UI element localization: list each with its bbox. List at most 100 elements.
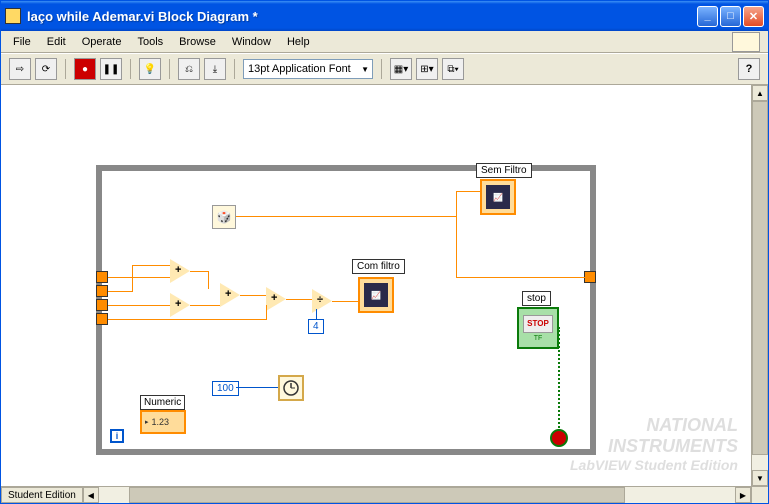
wire-boolean[interactable] (558, 327, 560, 431)
scroll-thumb[interactable] (129, 487, 625, 503)
wire[interactable] (108, 305, 170, 306)
stop-tf-label: TF (534, 335, 543, 342)
wire[interactable] (286, 299, 312, 300)
menu-window[interactable]: Window (224, 33, 279, 51)
wire[interactable] (132, 265, 170, 266)
pause-button[interactable]: ❚❚ (100, 58, 122, 80)
scroll-up-button[interactable]: ▲ (752, 85, 768, 101)
abort-button[interactable]: ● (74, 58, 96, 80)
align-button[interactable]: ▦▾ (390, 58, 412, 80)
iteration-terminal: i (110, 429, 124, 443)
shift-register-left[interactable] (96, 271, 108, 283)
scroll-track[interactable] (99, 487, 735, 503)
sem-filtro-indicator[interactable]: 📈 (480, 179, 516, 215)
numeric-body: ▸ 1.23 (140, 410, 186, 434)
horizontal-scrollbar: Student Edition ◀ ▶ (1, 486, 768, 503)
shift-register-left[interactable] (96, 299, 108, 311)
sem-filtro-label: Sem Filtro (476, 163, 532, 178)
wire[interactable] (208, 319, 266, 320)
font-select[interactable]: 13pt Application Font (243, 59, 373, 79)
numeric-label: Numeric (140, 395, 185, 410)
wire[interactable] (108, 277, 170, 278)
add-node[interactable]: + (220, 283, 240, 307)
shift-register-left[interactable] (96, 285, 108, 297)
while-loop[interactable]: 🎲 Sem Filtro 📈 + + + (96, 165, 596, 455)
window-buttons: _ □ ✕ (697, 6, 764, 27)
menu-tools[interactable]: Tools (129, 33, 171, 51)
numeric-constant-100[interactable]: 100 (212, 381, 239, 396)
scroll-down-button[interactable]: ▼ (752, 470, 768, 486)
wire[interactable] (190, 305, 220, 306)
wire[interactable] (456, 191, 482, 192)
graph-icon: 📈 (364, 283, 388, 307)
shift-register-left[interactable] (96, 313, 108, 325)
wait-ms-node[interactable] (278, 375, 304, 401)
wire[interactable] (456, 216, 457, 278)
app-icon (5, 8, 21, 24)
numeric-constant-4[interactable]: 4 (308, 319, 324, 334)
reorder-button[interactable]: ⧉▾ (442, 58, 464, 80)
retain-wire-button[interactable]: ⎌ (178, 58, 200, 80)
wire[interactable] (108, 319, 208, 320)
minimize-button[interactable]: _ (697, 6, 718, 27)
menu-help[interactable]: Help (279, 33, 318, 51)
wire[interactable] (108, 291, 132, 292)
wire[interactable] (132, 265, 133, 292)
wire[interactable] (236, 387, 278, 388)
vertical-scrollbar[interactable]: ▲ ▼ (751, 85, 768, 486)
metronome-icon (283, 380, 299, 396)
scroll-right-button[interactable]: ▶ (735, 487, 751, 503)
wire[interactable] (236, 216, 456, 217)
close-button[interactable]: ✕ (743, 6, 764, 27)
wire[interactable] (240, 295, 266, 296)
app-window: laço while Ademar.vi Block Diagram * _ □… (0, 0, 769, 504)
menu-edit[interactable]: Edit (39, 33, 74, 51)
distribute-button[interactable]: ⊞▾ (416, 58, 438, 80)
loop-condition-terminal[interactable] (550, 429, 568, 447)
add-node[interactable]: + (170, 259, 190, 283)
status-edition: Student Edition (1, 487, 83, 503)
separator (381, 59, 382, 79)
scroll-left-button[interactable]: ◀ (83, 487, 99, 503)
step-button[interactable]: ⤓ (204, 58, 226, 80)
stop-label: stop (522, 291, 551, 306)
maximize-button[interactable]: □ (720, 6, 741, 27)
separator (130, 59, 131, 79)
add-node[interactable]: + (170, 293, 190, 317)
titlebar[interactable]: laço while Ademar.vi Block Diagram * _ □… (1, 1, 768, 31)
context-help-button[interactable]: ? (738, 58, 760, 80)
menu-browse[interactable]: Browse (171, 33, 224, 51)
wire[interactable] (208, 271, 209, 289)
wire[interactable] (332, 301, 360, 302)
vi-icon[interactable] (732, 32, 760, 52)
wire[interactable] (456, 191, 457, 217)
scroll-corner (751, 487, 768, 503)
run-button[interactable]: ⇨ (9, 58, 31, 80)
menu-file[interactable]: File (5, 33, 39, 51)
add-node[interactable]: + (266, 287, 286, 311)
run-continuous-button[interactable]: ⟳ (35, 58, 57, 80)
numeric-value: 1.23 (152, 417, 170, 427)
wire[interactable] (456, 277, 586, 278)
highlight-button[interactable]: 💡 (139, 58, 161, 80)
menubar: File Edit Operate Tools Browse Window He… (1, 31, 768, 53)
wire[interactable] (316, 309, 317, 319)
wire[interactable] (190, 271, 208, 272)
numeric-control[interactable]: Numeric ▸ 1.23 (140, 395, 186, 434)
separator (169, 59, 170, 79)
toolbar: ⇨ ⟳ ● ❚❚ 💡 ⎌ ⤓ 13pt Application Font ▦▾ … (1, 53, 768, 85)
menu-operate[interactable]: Operate (74, 33, 130, 51)
random-number-node[interactable]: 🎲 (212, 205, 236, 229)
window-title: laço while Ademar.vi Block Diagram * (27, 9, 697, 24)
scroll-track[interactable] (752, 101, 768, 470)
wire[interactable] (266, 305, 267, 320)
stop-button-face: STOP (523, 315, 553, 333)
divide-node[interactable]: ÷ (312, 289, 332, 313)
scroll-thumb[interactable] (752, 101, 768, 455)
block-diagram-canvas[interactable]: 🎲 Sem Filtro 📈 + + + (1, 85, 768, 503)
stop-button-control[interactable]: STOP TF (517, 307, 559, 349)
separator (234, 59, 235, 79)
com-filtro-label: Com filtro (352, 259, 405, 274)
com-filtro-indicator[interactable]: 📈 (358, 277, 394, 313)
graph-icon: 📈 (486, 185, 510, 209)
